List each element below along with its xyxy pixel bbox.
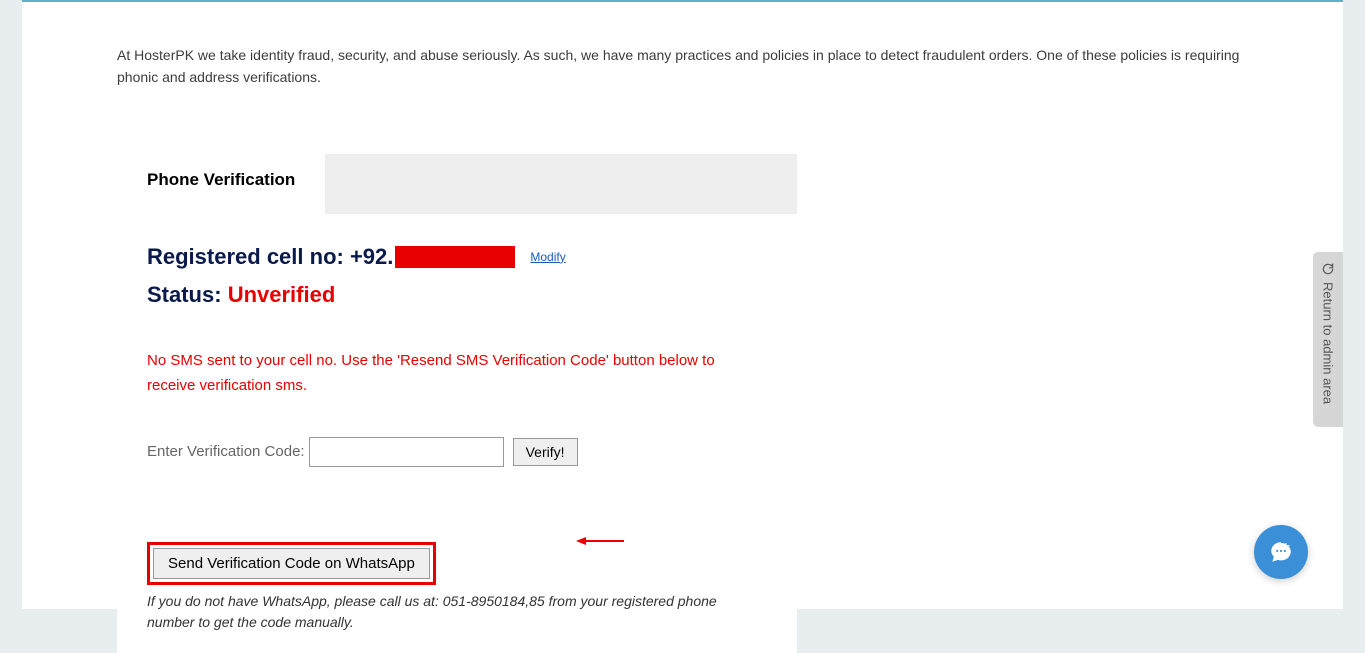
tab-phone-verification[interactable]: Phone Verification <box>117 154 325 214</box>
intro-paragraph: At HosterPK we take identity fraud, secu… <box>22 2 1343 89</box>
whatsapp-highlight-box: Send Verification Code on WhatsApp <box>147 542 436 585</box>
modify-link[interactable]: Modify <box>530 250 565 264</box>
status-line: Status: Unverified <box>147 282 767 308</box>
cell-number-redacted <box>395 246 515 268</box>
chat-icon <box>1268 539 1294 565</box>
verify-button[interactable]: Verify! <box>513 438 578 466</box>
refresh-icon <box>1321 262 1335 276</box>
return-admin-tab[interactable]: Return to admin area <box>1313 252 1343 427</box>
warning-text: No SMS sent to your cell no. Use the 'Re… <box>147 348 767 399</box>
admin-tab-label: Return to admin area <box>1321 282 1336 404</box>
verify-row: Enter Verification Code: Verify! <box>147 437 767 467</box>
arrow-annotation-icon <box>576 536 624 546</box>
whatsapp-note: If you do not have WhatsApp, please call… <box>147 591 767 633</box>
chat-bubble-button[interactable] <box>1254 525 1308 579</box>
verify-code-input[interactable] <box>309 437 504 467</box>
verify-code-label: Enter Verification Code: <box>147 443 305 460</box>
status-label: Status: <box>147 282 228 307</box>
verification-card: Phone Verification Registered cell no: +… <box>117 154 797 653</box>
cell-number-line: Registered cell no: +92. Modify <box>147 244 767 270</box>
cell-number-label: Registered cell no: +92. <box>147 244 393 270</box>
send-whatsapp-button[interactable]: Send Verification Code on WhatsApp <box>153 548 430 579</box>
status-value: Unverified <box>228 282 336 307</box>
card-body: Registered cell no: +92. Modify Status: … <box>117 214 797 653</box>
tab-header: Phone Verification <box>117 154 797 214</box>
